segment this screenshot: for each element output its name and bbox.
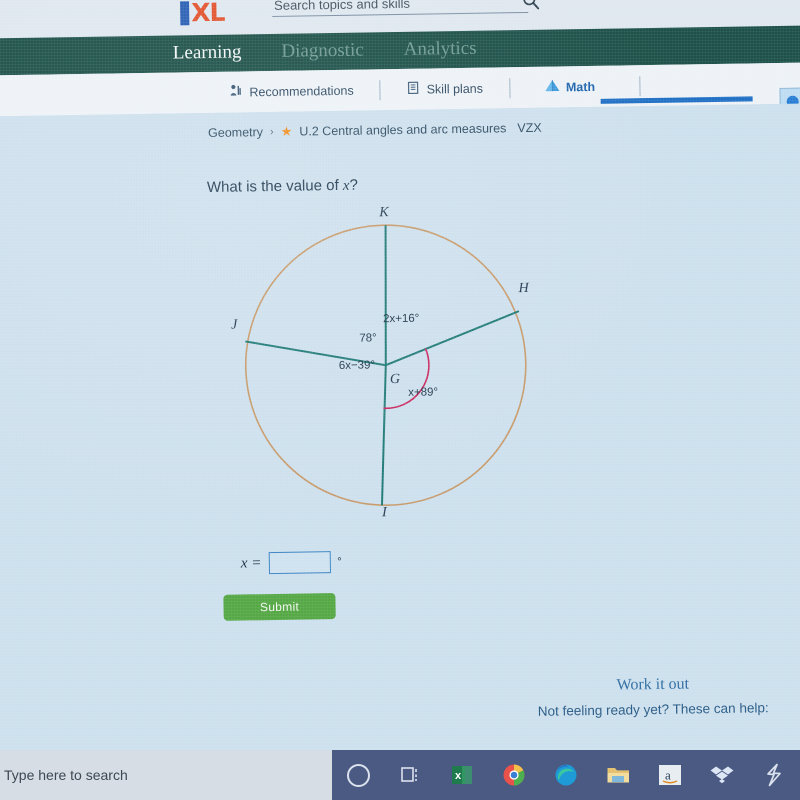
answer-row: x = ° [241, 551, 342, 575]
search-icon[interactable] [522, 0, 540, 10]
vertex-label-K: K [379, 205, 389, 221]
submit-button[interactable]: Submit [223, 593, 336, 621]
subnav-label-skill-plans: Skill plans [426, 81, 484, 97]
math-pyramid-icon [544, 78, 560, 96]
breadcrumb-separator: › [269, 125, 274, 139]
angle-label-6x39: 6x−39° [338, 359, 376, 372]
screen: XL Learning Diagnostic Analytics [0, 0, 800, 800]
radius-gi [380, 365, 387, 506]
breadcrumb-skill-code: VZX [517, 120, 542, 136]
angle-label-2x16: 2x+16° [382, 312, 420, 326]
svg-text:x: x [455, 770, 462, 782]
center-label-G: G [389, 371, 401, 388]
breadcrumb: Geometry › ★ U.2 Central angles and arc … [208, 120, 542, 141]
subnav-label-recommendations: Recommendations [249, 83, 354, 99]
work-it-out-title: Work it out [616, 675, 690, 694]
nav-tab-analytics[interactable]: Analytics [404, 38, 477, 61]
search-container [271, 0, 530, 17]
angle-label-x89: x+89° [408, 386, 439, 399]
windows-taskbar: Type here to search x a [0, 750, 800, 800]
breadcrumb-skill: U.2 Central angles and arc measures [299, 121, 507, 139]
subnav-divider-3 [638, 75, 641, 96]
answer-input[interactable] [268, 551, 331, 575]
skill-plans-icon [407, 81, 421, 98]
question-prefix: What is the value of [206, 176, 343, 197]
vertex-label-I: I [381, 505, 387, 521]
main-content: Geometry › ★ U.2 Central angles and arc … [0, 103, 800, 767]
subnav-label-math: Math [565, 79, 596, 94]
taskbar-icons: x a [332, 750, 800, 800]
vertex-label-H: H [518, 280, 529, 297]
chrome-icon[interactable] [488, 750, 540, 800]
ixl-logo[interactable]: XL [180, 0, 225, 28]
logo-xl-text: XL [190, 0, 225, 28]
task-view-icon[interactable] [384, 750, 436, 800]
degree-symbol: ° [337, 555, 342, 569]
search-input[interactable] [271, 0, 529, 17]
angle-label-78: 78° [359, 332, 377, 345]
lightning-s-icon[interactable] [748, 750, 800, 800]
work-it-out-subtitle: Not feeling ready yet? These can help: [537, 700, 769, 719]
answer-prefix-label: x = [240, 554, 262, 572]
question-suffix: ? [349, 176, 358, 194]
circle-diagram: K H J I G 78° 2x+16° x+89° 6x−39° [185, 197, 610, 554]
browser-window: XL Learning Diagnostic Analytics [0, 0, 800, 777]
nav-tab-learning[interactable]: Learning [173, 41, 242, 64]
dropbox-icon[interactable] [696, 750, 748, 800]
work-it-out-section: Work it out Not feeling ready yet? These… [493, 674, 800, 720]
radius-gk [384, 225, 387, 366]
file-explorer-icon[interactable] [592, 750, 644, 800]
taskbar-search-placeholder: Type here to search [4, 767, 128, 783]
vertex-label-J: J [230, 317, 238, 333]
question-text: What is the value of x? [207, 177, 358, 197]
taskbar-search-box[interactable]: Type here to search [0, 750, 332, 800]
favorite-star-icon[interactable]: ★ [281, 124, 293, 140]
excel-icon[interactable]: x [436, 750, 488, 800]
cortana-icon[interactable] [332, 750, 384, 800]
recommendations-icon [229, 83, 243, 100]
amazon-icon[interactable]: a [644, 750, 696, 800]
svg-text:a: a [665, 768, 671, 783]
subnav-item-skill-plans[interactable]: Skill plans [380, 67, 509, 110]
nav-tab-diagnostic[interactable]: Diagnostic [281, 40, 364, 63]
edge-icon[interactable] [540, 750, 592, 800]
subnav-item-recommendations[interactable]: Recommendations [203, 69, 380, 113]
breadcrumb-subject[interactable]: Geometry [208, 125, 263, 140]
logo-i-bar [180, 1, 190, 26]
